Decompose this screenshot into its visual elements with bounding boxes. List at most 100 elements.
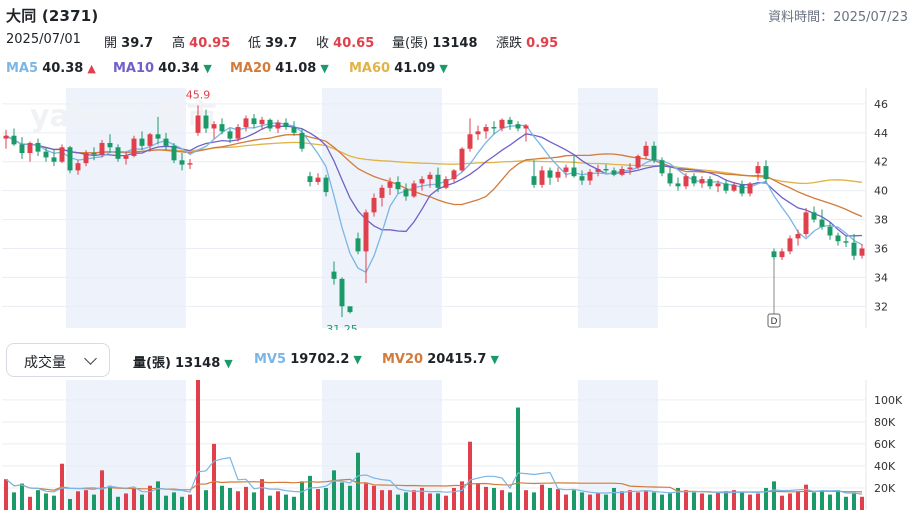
volume-bar[interactable] — [540, 484, 544, 510]
candle[interactable] — [547, 167, 553, 185]
candle[interactable] — [283, 118, 289, 130]
volume-bar[interactable] — [708, 494, 712, 510]
indicator-select[interactable]: 成交量 — [6, 343, 110, 377]
volume-bar[interactable] — [236, 491, 240, 510]
candle[interactable] — [683, 173, 689, 190]
volume-bar[interactable] — [252, 492, 256, 510]
candle[interactable] — [59, 144, 65, 164]
volume-bar[interactable] — [292, 496, 296, 510]
volume-bar[interactable] — [100, 470, 104, 510]
volume-bar[interactable] — [164, 495, 168, 510]
volume-bar[interactable] — [364, 483, 368, 510]
candle[interactable] — [707, 176, 713, 190]
volume-bar[interactable] — [156, 481, 160, 510]
volume-bar[interactable] — [476, 483, 480, 510]
volume-bar[interactable] — [84, 490, 88, 510]
volume-bar[interactable] — [444, 495, 448, 510]
volume-bar[interactable] — [796, 491, 800, 510]
volume-bar[interactable] — [108, 485, 112, 510]
volume-bar[interactable] — [284, 494, 288, 510]
candle[interactable] — [635, 154, 641, 169]
candle[interactable] — [747, 181, 753, 197]
volume-bar[interactable] — [404, 492, 408, 510]
candle[interactable] — [835, 232, 841, 246]
volume-bar[interactable] — [700, 493, 704, 510]
volume-bar[interactable] — [772, 481, 776, 510]
volume-bar[interactable] — [668, 493, 672, 510]
volume-bar[interactable] — [340, 482, 344, 510]
candle[interactable] — [483, 124, 489, 139]
volume-bar[interactable] — [132, 487, 136, 510]
volume-bar[interactable] — [380, 490, 384, 510]
volume-bar[interactable] — [516, 407, 520, 510]
candle[interactable] — [35, 138, 41, 156]
candle[interactable] — [851, 234, 857, 261]
volume-bar[interactable] — [572, 490, 576, 510]
volume-bar[interactable] — [28, 496, 32, 510]
volume-bar[interactable] — [620, 491, 624, 510]
volume-bar[interactable] — [732, 490, 736, 510]
candle[interactable] — [171, 142, 177, 164]
volume-bar[interactable] — [316, 489, 320, 510]
volume-bar[interactable] — [788, 493, 792, 510]
volume-bar[interactable] — [500, 490, 504, 510]
volume-bar[interactable] — [492, 487, 496, 510]
volume-bar[interactable] — [148, 485, 152, 510]
volume-bar[interactable] — [20, 483, 24, 510]
volume-bar[interactable] — [588, 494, 592, 510]
candle[interactable] — [779, 248, 785, 261]
volume-bar[interactable] — [92, 494, 96, 510]
candle[interactable] — [811, 206, 817, 223]
volume-bar[interactable] — [52, 495, 56, 510]
candle[interactable] — [539, 166, 545, 188]
candle[interactable] — [667, 167, 673, 187]
candle[interactable] — [27, 141, 33, 162]
volume-bar[interactable] — [844, 496, 848, 510]
candle[interactable] — [443, 176, 449, 190]
volume-bar[interactable] — [692, 492, 696, 510]
candle[interactable] — [563, 164, 569, 178]
candle[interactable] — [691, 173, 697, 187]
volume-bar[interactable] — [428, 493, 432, 510]
volume-bar[interactable] — [508, 492, 512, 510]
price-chart-svg[interactable]: yahoo! 股市 46 44 42 40 38 36 34 32 45.9 31.25 D — [0, 88, 918, 336]
candle[interactable] — [803, 208, 809, 237]
volume-bar[interactable] — [412, 490, 416, 510]
volume-chart[interactable]: 100K 80K 60K 40K 20K — [0, 380, 918, 515]
volume-bar[interactable] — [116, 496, 120, 510]
volume-bar[interactable] — [124, 493, 128, 510]
volume-bar[interactable] — [276, 491, 280, 510]
candle[interactable] — [739, 180, 745, 197]
volume-bar[interactable] — [172, 492, 176, 510]
volume-bar[interactable] — [564, 494, 568, 510]
volume-bar[interactable] — [532, 492, 536, 510]
volume-bar[interactable] — [196, 380, 200, 510]
volume-bar[interactable] — [812, 492, 816, 510]
volume-bar[interactable] — [628, 490, 632, 510]
volume-bar[interactable] — [220, 485, 224, 510]
volume-bar[interactable] — [332, 470, 336, 510]
volume-bar[interactable] — [820, 491, 824, 510]
volume-bar[interactable] — [140, 494, 144, 510]
candle[interactable] — [755, 161, 761, 181]
volume-bar[interactable] — [724, 491, 728, 510]
volume-bar[interactable] — [372, 485, 376, 510]
candle[interactable] — [467, 118, 473, 152]
candle[interactable] — [859, 244, 865, 259]
candle[interactable] — [475, 125, 481, 141]
candle[interactable] — [531, 160, 537, 188]
volume-bar[interactable] — [324, 487, 328, 510]
volume-bar[interactable] — [644, 491, 648, 510]
volume-bar[interactable] — [836, 490, 840, 510]
volume-chart-svg[interactable]: 100K 80K 60K 40K 20K — [0, 380, 918, 515]
volume-bar[interactable] — [396, 494, 400, 510]
candle[interactable] — [699, 176, 705, 188]
volume-bar[interactable] — [484, 486, 488, 510]
volume-bar[interactable] — [828, 494, 832, 510]
candle[interactable] — [571, 155, 577, 178]
candle[interactable] — [515, 121, 521, 132]
volume-bar[interactable] — [204, 490, 208, 510]
candle[interactable] — [187, 158, 193, 169]
candle[interactable] — [819, 209, 825, 230]
volume-bar[interactable] — [388, 490, 392, 510]
